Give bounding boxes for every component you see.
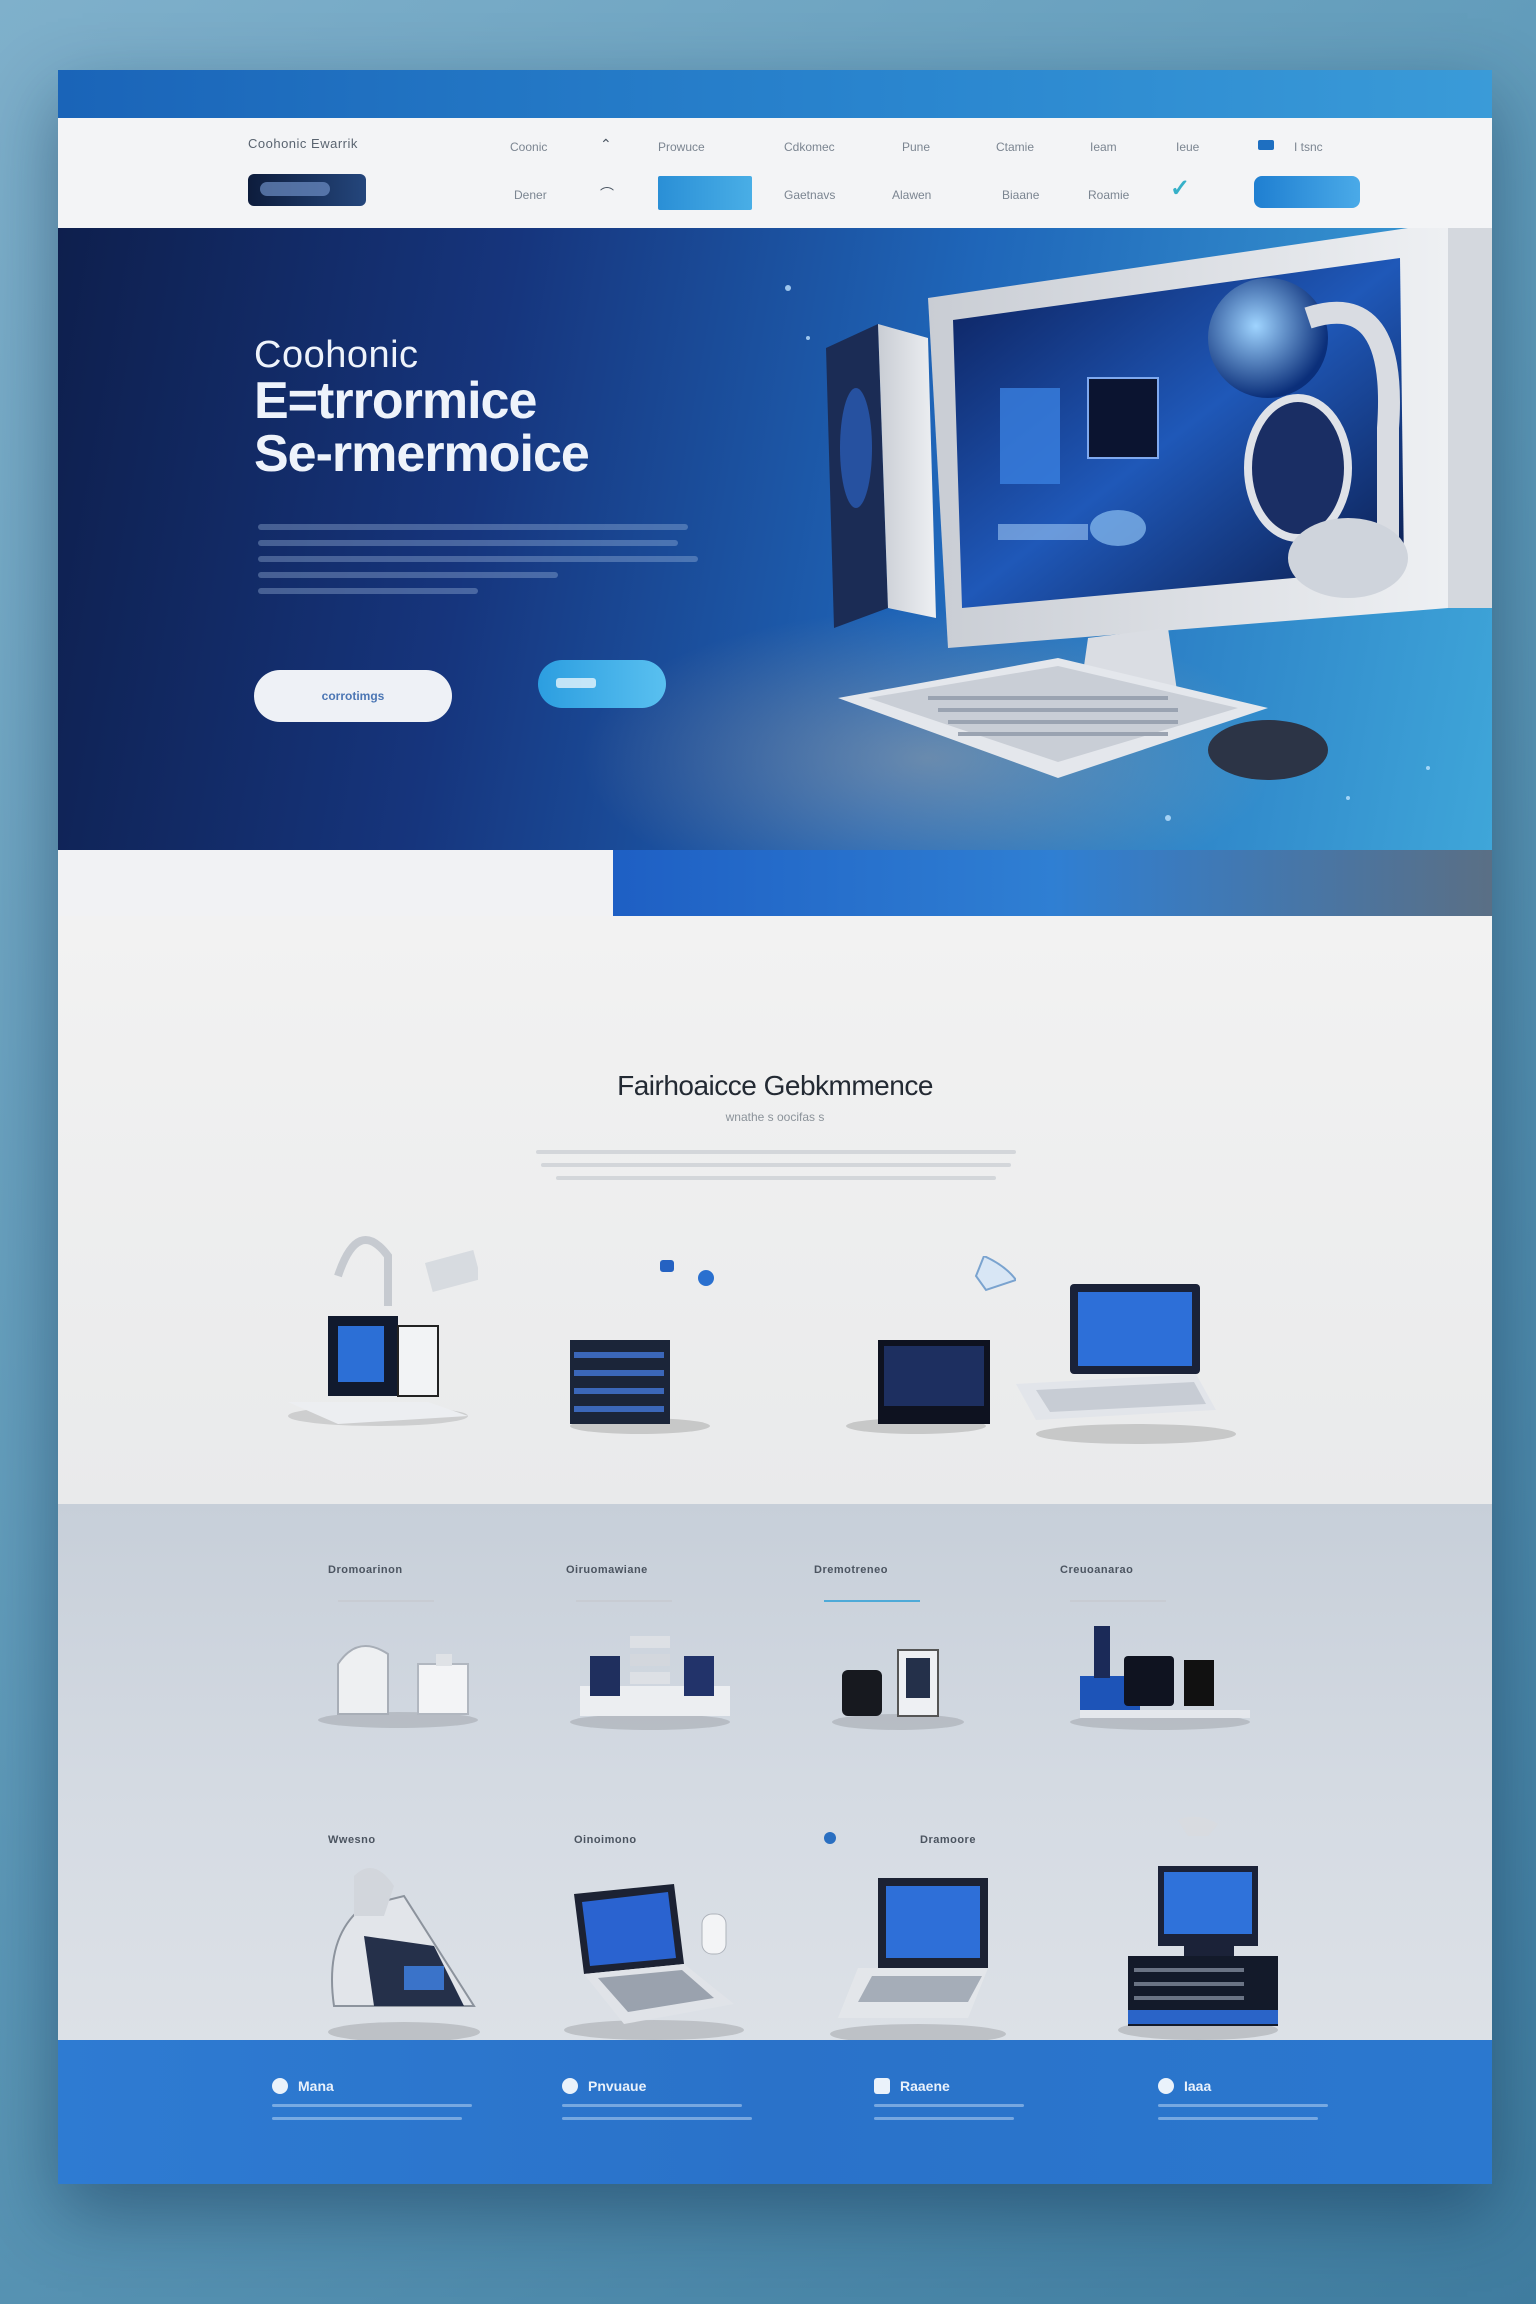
top-navigation: Coohonic Ewarrik Coonic ⌃ Prowuce Cdkome… [58, 118, 1492, 228]
page-mockup: Coohonic Ewarrik Coonic ⌃ Prowuce Cdkome… [58, 70, 1492, 2184]
footer-heading-1: Mana [298, 2078, 334, 2094]
product-audio-rack[interactable] [560, 1616, 740, 1736]
product-monitor-router[interactable] [816, 1256, 1016, 1436]
product-laptop-open[interactable] [554, 1874, 754, 2044]
section-subtitle: wnathe s oocifas s [725, 1110, 825, 1124]
hero-title: Coohonic E=trrormice Se-rmermoice [254, 334, 590, 483]
footer-column-3: Raaene [874, 2078, 1084, 2120]
product-label-3[interactable]: Dramoore [920, 1834, 976, 1846]
chevron-up-icon: ⌃ [600, 136, 612, 152]
nav-link-8[interactable]: I tsnc [1294, 140, 1323, 154]
hero-banner: Coohonic E=trrormice Se-rmermoice corrot… [58, 228, 1492, 850]
product-desktop-tower[interactable] [1108, 1816, 1288, 2046]
location-icon [272, 2078, 288, 2094]
nav-link-6[interactable]: Ieam [1090, 140, 1117, 154]
flag-icon [1258, 140, 1274, 150]
category-label-1[interactable]: Dromoarinon [328, 1564, 403, 1576]
nav-link-12[interactable]: Biaane [1002, 188, 1039, 202]
nav-link-5[interactable]: Ctamie [996, 140, 1034, 154]
nav-link-11[interactable]: Alawen [892, 188, 931, 202]
footer-heading-3: Raaene [900, 2078, 950, 2094]
category-label-3[interactable]: Dremotreneo [814, 1564, 888, 1576]
category-label-4[interactable]: Creuoanarao [1060, 1564, 1133, 1576]
nav-link-1[interactable]: Coonic [510, 140, 547, 154]
featured-section: Fairhoaicce Gebkmmence wnathe s oocifas … [58, 916, 1492, 1504]
product-tower-headset[interactable] [278, 1216, 478, 1436]
top-strip [58, 70, 1492, 118]
nav-link-10[interactable]: Gaetnavs [784, 188, 835, 202]
nav-link-3[interactable]: Cdkomec [784, 140, 835, 154]
product-notebook[interactable] [818, 1868, 1018, 2048]
product-label-1[interactable]: Wwesno [328, 1834, 376, 1846]
category-divider [1070, 1600, 1166, 1602]
nav-link-2[interactable]: Prowuce [658, 140, 705, 154]
nav-link-13[interactable]: Roamie [1088, 188, 1129, 202]
nav-link-7[interactable]: Ieue [1176, 140, 1199, 154]
footer-column-1: Mana [272, 2078, 482, 2120]
nav-link-9[interactable]: Dener [514, 188, 547, 202]
info-icon [562, 2078, 578, 2094]
status-dot [824, 1832, 836, 1844]
hero-description [258, 524, 698, 604]
category-label-2[interactable]: Oiruomawiane [566, 1564, 648, 1576]
hero-title-line-1: Coohonic [254, 334, 419, 376]
logo[interactable] [248, 174, 366, 206]
footer-heading-4: Iaaa [1184, 2078, 1212, 2094]
check-icon: ✓ [1170, 175, 1191, 202]
footer: Mana Pnvuaue Raaene Iaaa [58, 2040, 1492, 2184]
category-divider [338, 1600, 434, 1602]
product-label-2[interactable]: Oinoimono [574, 1834, 637, 1846]
nav-link-4[interactable]: Pune [902, 140, 930, 154]
hero-title-line-2: E=trrormice [254, 371, 537, 430]
hero-title-line-3: Se-rmermoice [254, 424, 590, 483]
hero-band [613, 850, 1492, 916]
section-description [536, 1150, 1016, 1189]
product-desktop-set[interactable] [1060, 1606, 1260, 1736]
footer-column-2: Pnvuaue [562, 2078, 772, 2120]
product-laptop[interactable] [1006, 1274, 1266, 1454]
product-server-rack[interactable] [560, 1256, 720, 1436]
product-printer[interactable] [314, 1856, 494, 2046]
desktop-computer-illustration [785, 228, 1492, 821]
product-smart-speaker[interactable] [818, 1626, 978, 1736]
chevron-icon: ⌒ [600, 186, 614, 202]
brand-name: Coohonic Ewarrik [248, 136, 358, 151]
nav-cta-button[interactable] [658, 176, 752, 210]
footer-heading-2: Pnvuaue [588, 2078, 647, 2094]
section-title: Fairhoaicce Gebkmmence [617, 1070, 933, 1101]
product-grid-section: Dromoarinon Oiruomawiane Dremotreneo Cre… [58, 1504, 1492, 2112]
hero-secondary-button[interactable] [538, 660, 666, 708]
signin-button[interactable] [1254, 176, 1360, 208]
footer-column-4: Iaaa [1158, 2078, 1368, 2120]
phone-icon [1158, 2078, 1174, 2094]
category-divider-active [824, 1600, 920, 1602]
mail-icon [874, 2078, 890, 2094]
hero-primary-button[interactable]: corrotimgs [254, 670, 452, 722]
category-divider [576, 1600, 672, 1602]
product-speaker-set[interactable] [308, 1624, 488, 1734]
